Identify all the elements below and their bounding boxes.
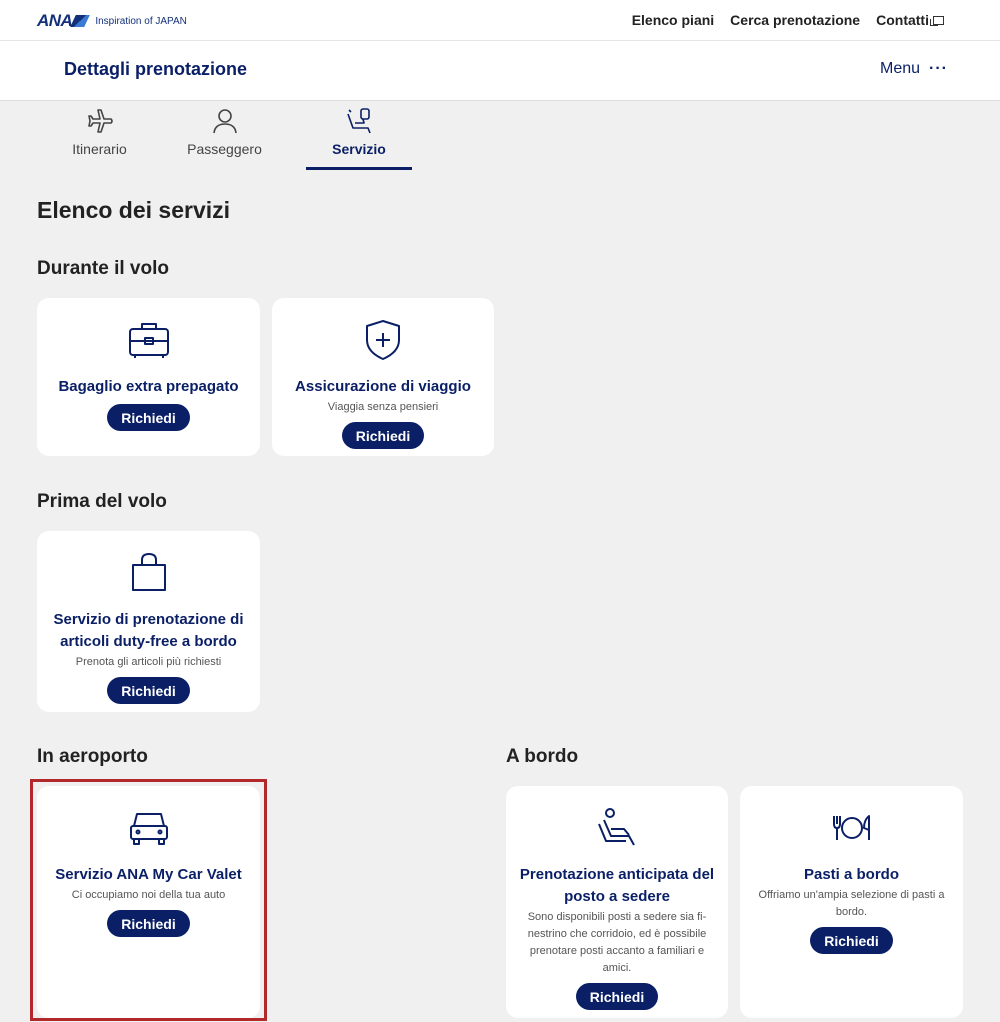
card-title: Prenotazione anticipata del posto a sede… xyxy=(519,866,715,905)
service-card-inflight-meals: Pasti a bordo Offriamo un'ampia selezion… xyxy=(740,786,963,1018)
request-button[interactable]: Richiedi xyxy=(341,422,425,449)
plane-icon xyxy=(87,109,113,133)
card-title: Pasti a bordo xyxy=(803,866,900,883)
card-title: Bagaglio extra prepagato xyxy=(58,378,239,395)
tab-service[interactable]: Servizio xyxy=(306,102,412,170)
nav-plans-link[interactable]: Elenco piani xyxy=(632,12,714,28)
request-button[interactable]: Richiedi xyxy=(575,983,659,1010)
top-nav: Elenco piani Cerca prenotazione Contatti xyxy=(632,12,944,28)
menu-button[interactable]: Menu ··· xyxy=(880,60,948,78)
section-title-airport: In aeroporto xyxy=(37,746,148,767)
booking-tabs: Itinerario Passeggero Servizio xyxy=(37,102,412,170)
page-title: Elenco dei servizi xyxy=(37,197,231,223)
tab-passenger-label: Passeggero xyxy=(187,141,262,157)
logo-mark: ANA xyxy=(37,11,73,30)
card-description: Viaggia senza pensieri xyxy=(327,401,439,413)
logo-stripe-icon xyxy=(70,15,91,27)
seat-icon xyxy=(598,808,635,846)
section-title-onboard: A bordo xyxy=(506,746,579,767)
request-button[interactable]: Richiedi xyxy=(107,677,190,704)
service-card-travel-insurance: Assicurazione di viaggio Viaggia senza p… xyxy=(272,298,494,456)
section-title-during-flight: Durante il volo xyxy=(37,258,169,279)
person-icon xyxy=(212,109,237,134)
tab-itinerary-label: Itinerario xyxy=(72,141,127,157)
seat-icon xyxy=(347,108,371,134)
nav-contacts-link[interactable]: Contatti xyxy=(876,12,944,28)
request-button[interactable]: Richiedi xyxy=(810,927,893,954)
service-card-extra-baggage: Bagaglio extra prepagato Richiedi xyxy=(37,298,260,456)
menu-label: Menu xyxy=(879,60,921,77)
section-title-before-flight: Prima del volo xyxy=(37,491,167,512)
card-title: Assicurazione di viaggio xyxy=(295,378,471,395)
card-description: Offriamo un'ampia selezione di pasti a b… xyxy=(758,889,945,918)
top-bar: ANA Inspiration of JAPAN Elenco piani Ce… xyxy=(0,0,1000,41)
service-card-seat-reservation: Prenotazione anticipata del posto a sede… xyxy=(506,786,728,1018)
shopping-bag-icon xyxy=(131,553,166,591)
meal-icon xyxy=(832,815,870,840)
booking-details-title: Dettagli prenotazione xyxy=(64,59,248,79)
service-card-duty-free: Servizio di prenotazione di articoli dut… xyxy=(37,531,260,712)
nav-contacts-label: Contatti xyxy=(876,12,929,28)
external-link-icon xyxy=(930,15,944,26)
card-description: Prenota gli articoli più richiesti xyxy=(75,656,222,668)
nav-search-booking-link[interactable]: Cerca prenotazione xyxy=(730,12,860,28)
highlight-box xyxy=(30,779,267,1021)
tab-passenger[interactable]: Passeggero xyxy=(162,102,287,170)
tab-service-label: Servizio xyxy=(332,141,386,157)
more-dots-icon: ··· xyxy=(929,60,948,77)
card-title: Servizio di prenotazione di articoli dut… xyxy=(53,611,244,650)
tab-itinerary[interactable]: Itinerario xyxy=(37,102,162,170)
card-description: Sono disponibili posti a sedere sia fi-n… xyxy=(527,911,707,974)
booking-header: Dettagli prenotazione Menu ··· xyxy=(0,41,1000,101)
shield-plus-icon xyxy=(366,320,400,360)
ana-logo[interactable]: ANA Inspiration of JAPAN xyxy=(37,11,187,31)
suitcase-icon xyxy=(128,323,169,358)
request-button[interactable]: Richiedi xyxy=(107,404,190,431)
logo-tagline: Inspiration of JAPAN xyxy=(95,15,187,27)
